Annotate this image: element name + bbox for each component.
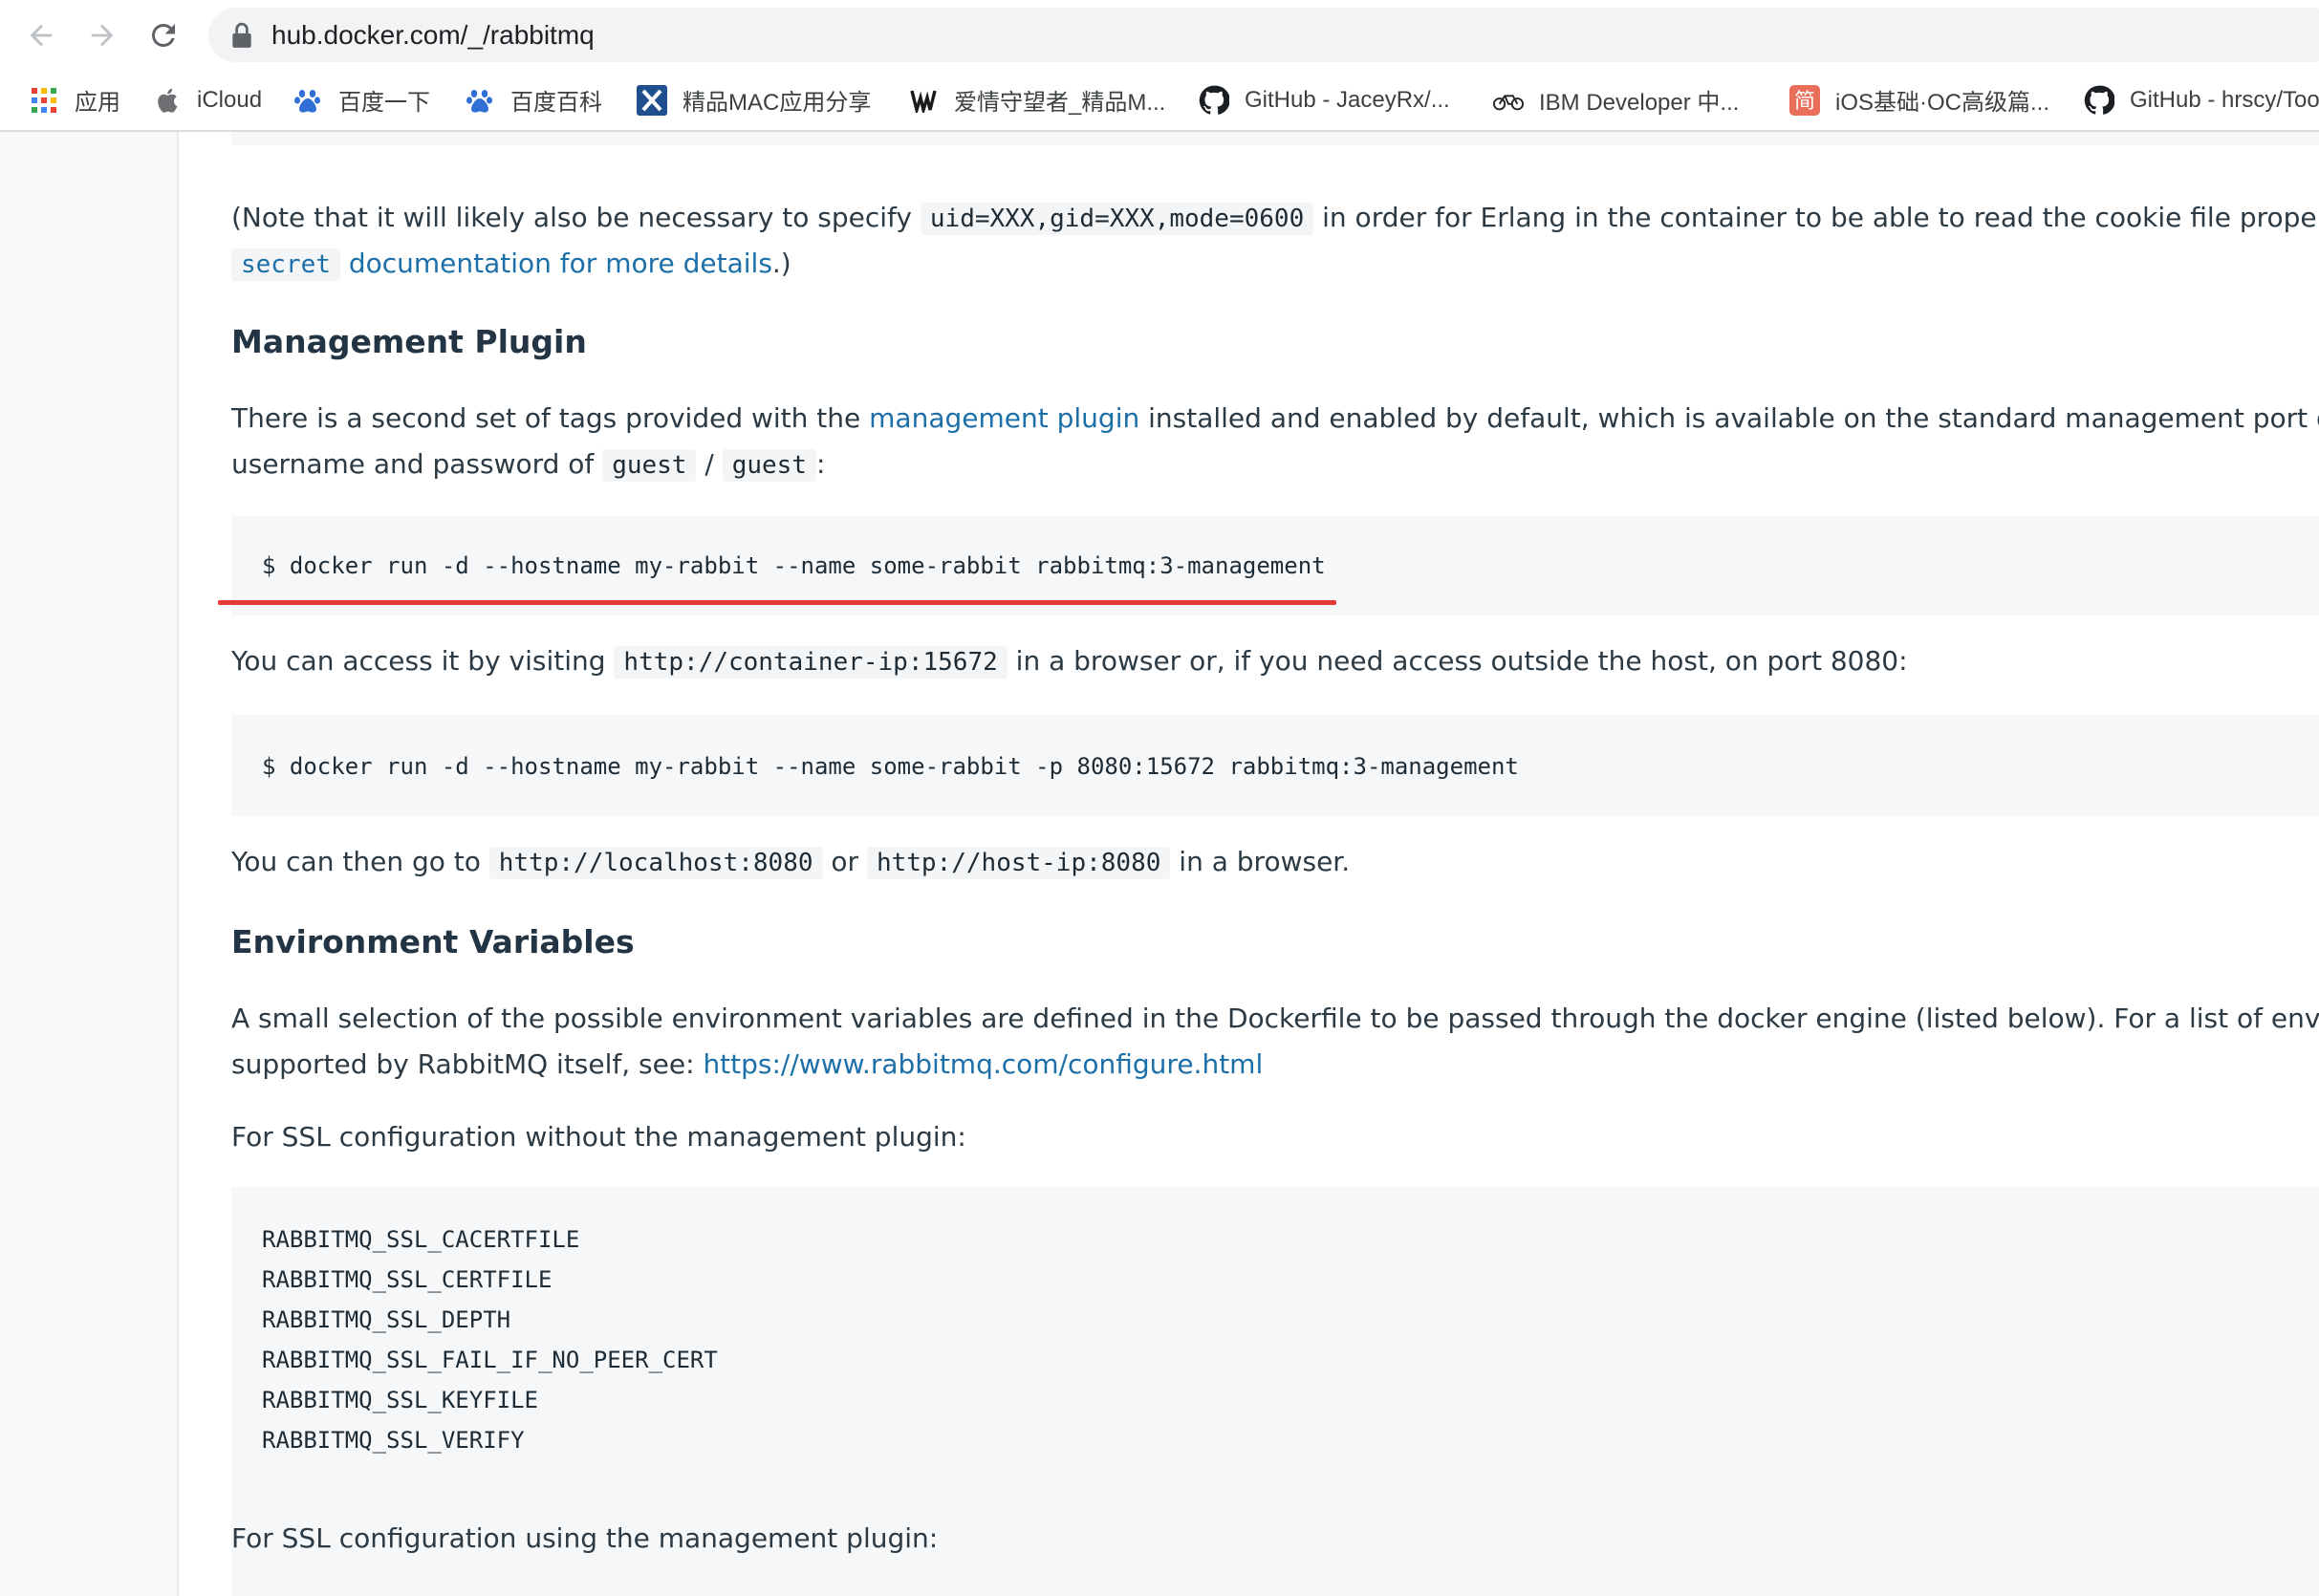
inline-code: uid=XXX,gid=XXX,mode=0600 bbox=[920, 203, 1314, 235]
baidu-paw-icon bbox=[293, 85, 323, 116]
code-line: RABBITMQ_SSL_VERIFY bbox=[262, 1427, 525, 1454]
code-block-tail bbox=[231, 132, 2319, 145]
apps-grid-icon bbox=[29, 85, 59, 116]
bookmark-github-jaceyrx[interactable]: GitHub - JaceyRx/... bbox=[1199, 70, 1450, 130]
note-paragraph-line2: secret documentation for more details.) bbox=[231, 241, 791, 288]
code-line: $ docker run -d --hostname my-rabbit --n… bbox=[262, 552, 1326, 579]
bookmark-ios-jichu[interactable]: 简 iOS基础·OC高级篇... bbox=[1789, 70, 2049, 130]
code-line: $ docker run -d --hostname my-rabbit --n… bbox=[262, 753, 1519, 780]
inline-code: http://host-ip:8080 bbox=[866, 847, 1171, 879]
code-line: RABBITMQ_SSL_CERTFILE bbox=[262, 1266, 553, 1293]
heading-management-plugin: Management Plugin bbox=[231, 323, 587, 360]
inline-code: http://localhost:8080 bbox=[488, 847, 823, 879]
back-button[interactable] bbox=[17, 11, 65, 59]
bookmarks-bar: 应用 iCloud 百度一下 百度百科 精品MAC应用分享 爱情守望者_精品M.… bbox=[0, 70, 2319, 132]
github-icon bbox=[2084, 85, 2114, 116]
reload-button[interactable] bbox=[140, 11, 187, 59]
bookmark-baidu[interactable]: 百度一下 bbox=[293, 70, 430, 130]
bookmark-label: 精品MAC应用分享 bbox=[683, 90, 872, 116]
bookmark-label: 百度百科 bbox=[510, 90, 602, 116]
inline-code: guest bbox=[602, 449, 697, 482]
browser-toolbar: hub.docker.com/_/rabbitmq bbox=[0, 0, 2319, 70]
lock-icon bbox=[232, 22, 251, 48]
highlight-underline bbox=[218, 600, 1336, 605]
svg-text:简: 简 bbox=[1794, 90, 1815, 114]
page-viewport[interactable]: (Note that it will likely also be necess… bbox=[0, 132, 2319, 1596]
code-line: RABBITMQ_SSL_CACERTFILE bbox=[262, 1226, 580, 1253]
left-gutter bbox=[0, 132, 179, 1596]
management-plugin-link[interactable]: management plugin bbox=[869, 402, 1139, 434]
access-paragraph: You can access it by visiting http://con… bbox=[231, 645, 1908, 679]
bookmark-github-hrscy[interactable]: GitHub - hrscy/Too bbox=[2084, 70, 2319, 130]
bookmark-label: 应用 bbox=[75, 90, 120, 116]
url-text: hub.docker.com/_/rabbitmq bbox=[271, 20, 595, 50]
mgmt-paragraph-line2: username and password of guest / guest: bbox=[231, 448, 826, 482]
env-paragraph-line1: A small selection of the possible enviro… bbox=[231, 1003, 2319, 1034]
jian-logo-icon: 简 bbox=[1789, 84, 1820, 116]
heading-environment-variables: Environment Variables bbox=[231, 923, 635, 960]
readme-content: (Note that it will likely also be necess… bbox=[218, 132, 2319, 1596]
bookmark-aiqing[interactable]: 爱情守望者_精品M... bbox=[908, 70, 1165, 130]
reload-icon bbox=[151, 23, 175, 47]
bookmark-baidu-baike[interactable]: 百度百科 bbox=[465, 70, 602, 130]
inline-code: http://container-ip:15672 bbox=[614, 646, 1008, 679]
code-block-run-port-8080[interactable]: $ docker run -d --hostname my-rabbit --n… bbox=[231, 715, 2319, 816]
rabbitmq-configure-link[interactable]: https://www.rabbitmq.com/configure.html bbox=[703, 1048, 1263, 1080]
mgmt-paragraph-line1: There is a second set of tags provided w… bbox=[231, 402, 2319, 434]
w-logo-icon bbox=[908, 85, 939, 116]
arrow-left-icon bbox=[30, 24, 53, 47]
apple-icon bbox=[151, 85, 182, 116]
bookmark-label: iOS基础·OC高级篇... bbox=[1835, 90, 2050, 116]
x-logo-icon bbox=[637, 84, 667, 116]
env-paragraph-line2: supported by RabbitMQ itself, see: https… bbox=[231, 1048, 1264, 1080]
forward-button[interactable] bbox=[78, 11, 126, 59]
then-paragraph: You can then go to http://localhost:8080… bbox=[231, 846, 1351, 879]
bookmark-mac-apps[interactable]: 精品MAC应用分享 bbox=[637, 70, 871, 130]
ssl-mgmt-paragraph: For SSL configuration using the manageme… bbox=[231, 1522, 939, 1554]
inline-code: guest bbox=[722, 449, 816, 482]
documentation-link[interactable]: documentation for more details bbox=[349, 248, 772, 279]
code-line: RABBITMQ_SSL_DEPTH bbox=[262, 1306, 511, 1333]
address-bar[interactable]: hub.docker.com/_/rabbitmq bbox=[208, 8, 2319, 62]
ssl-no-mgmt-paragraph: For SSL configuration without the manage… bbox=[231, 1121, 966, 1153]
bookmark-label: iCloud bbox=[197, 86, 263, 113]
secret-code-link[interactable]: secret bbox=[231, 248, 340, 281]
arrow-right-icon bbox=[91, 24, 114, 47]
github-icon bbox=[1199, 85, 1229, 116]
bookmark-label: GitHub - hrscy/Too bbox=[2130, 86, 2319, 113]
ibm-bike-icon bbox=[1493, 85, 1524, 116]
note-paragraph-line1: (Note that it will likely also be necess… bbox=[231, 202, 2319, 235]
bookmark-ibm-developer[interactable]: IBM Developer 中... bbox=[1493, 70, 1739, 130]
bookmark-label: IBM Developer 中... bbox=[1539, 90, 1740, 116]
code-line: RABBITMQ_SSL_FAIL_IF_NO_PEER_CERT bbox=[262, 1347, 718, 1373]
bookmark-icloud[interactable]: iCloud bbox=[151, 70, 262, 130]
baidu-paw-icon bbox=[465, 85, 495, 116]
bookmark-apps[interactable]: 应用 bbox=[29, 70, 120, 130]
bookmark-label: 百度一下 bbox=[338, 90, 430, 116]
bookmark-label: GitHub - JaceyRx/... bbox=[1245, 86, 1450, 113]
bookmark-label: 爱情守望者_精品M... bbox=[954, 90, 1166, 116]
code-line: RABBITMQ_SSL_KEYFILE bbox=[262, 1387, 538, 1413]
